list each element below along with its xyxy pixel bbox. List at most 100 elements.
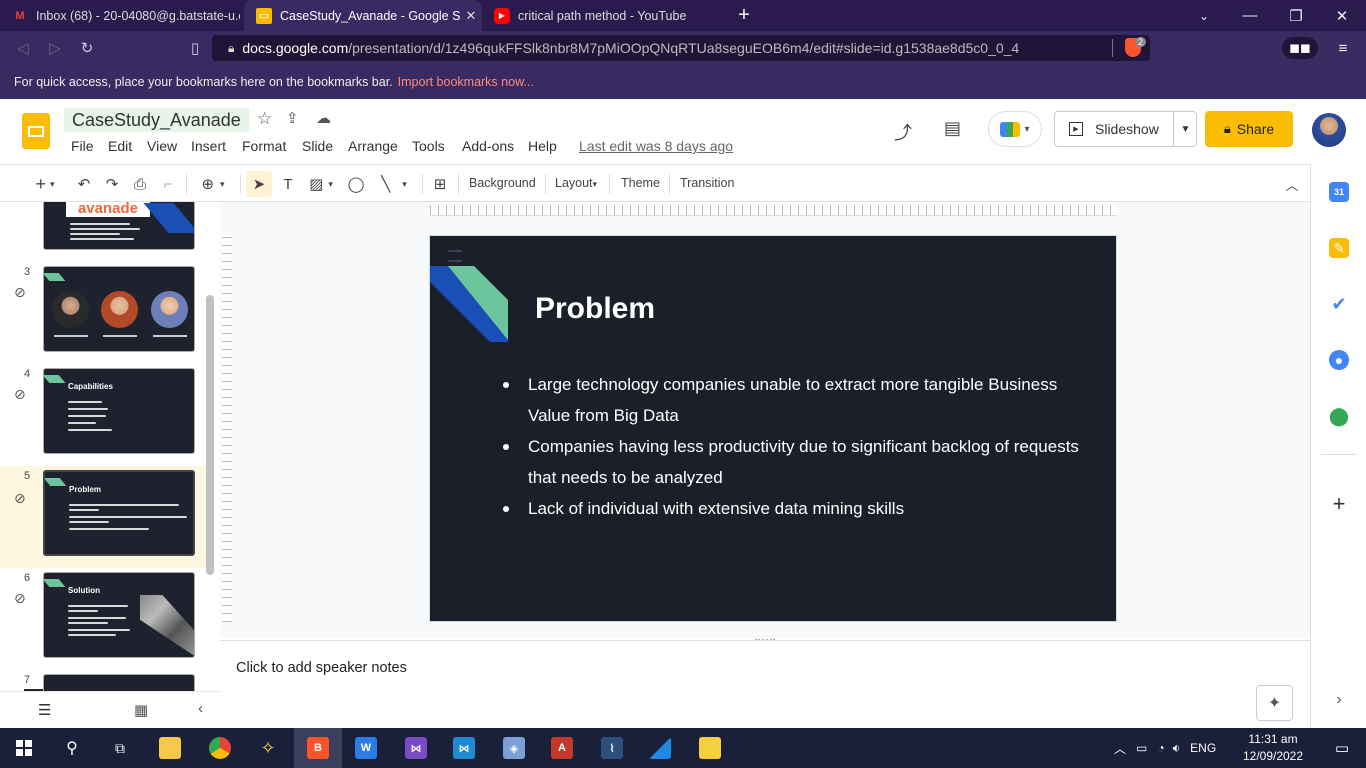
reload-icon[interactable]: ↻ [72,31,102,65]
keep-icon[interactable]: ✎ [1329,238,1349,258]
import-bookmarks-link[interactable]: Import bookmarks now... [398,75,534,89]
task-view-icon[interactable]: ⧉ [96,728,144,768]
vertical-ruler[interactable] [222,235,232,622]
text-box-icon[interactable]: T [276,171,300,197]
maps-icon[interactable]: ⬤ [1329,406,1349,426]
brave-icon[interactable]: B [294,728,342,768]
tab-gmail[interactable]: M Inbox (68) - 20-04080@g.batstate-u.edu… [0,0,240,31]
bullet-item[interactable]: Lack of individual with extensive data m… [500,493,1090,524]
slides-logo-icon[interactable] [22,113,50,149]
current-slide[interactable]: Problem Large technology companies unabl… [429,235,1117,622]
theme-button[interactable]: Theme [621,176,660,190]
slide-thumbnail[interactable]: Capabilities [43,368,195,454]
menu-arrange[interactable]: Arrange [348,138,398,154]
slide-thumbnail-row[interactable]: 4 ⊘ Capabilities [0,366,206,468]
language-indicator[interactable]: ENG [1190,741,1216,755]
tab-youtube[interactable]: ▶ critical path method - YouTube [482,0,722,31]
taskbar-clock[interactable]: 11:31 am 12/09/2022 [1240,731,1306,765]
menu-tools[interactable]: Tools [412,138,445,154]
back-icon[interactable]: ◁ [8,31,38,65]
contacts-icon[interactable]: ● [1329,350,1349,370]
browser-menu-icon[interactable]: ≡ [1328,31,1358,65]
collapse-toolbar-chevron-icon[interactable]: ︿ [1280,171,1304,197]
access-icon[interactable]: A [538,728,586,768]
slide-thumbnail-row[interactable]: 7 [0,672,206,691]
account-avatar[interactable] [1312,113,1346,147]
slide-canvas-area[interactable]: Problem Large technology companies unabl… [220,202,1310,641]
menu-insert[interactable]: Insert [191,138,226,154]
calendar-icon[interactable]: 31 [1329,182,1349,202]
wing-app-icon[interactable] [636,728,684,768]
magic-wand-icon[interactable]: ✧ [244,728,292,768]
line-icon[interactable]: ╲ ▾ [372,171,416,197]
cloud-status-icon[interactable]: ☁ [316,109,331,127]
wifi-icon[interactable]: ◔ [1157,741,1164,755]
paint-format-icon[interactable]: ⌐ [156,171,180,197]
slide-thumbnail[interactable]: Solution [43,572,195,658]
tasks-icon[interactable]: ✔ [1329,294,1349,314]
add-comment-icon[interactable]: ⊞ [428,171,452,197]
slide-bullet-list[interactable]: Large technology companies unable to ext… [500,369,1090,524]
show-hidden-icons-chevron-icon[interactable]: ︿ [1114,740,1126,757]
shape-icon[interactable]: ◯ [344,171,368,197]
slideshow-options-chevron-icon[interactable]: ▼ [1173,112,1197,146]
speaker-notes-placeholder[interactable]: Click to add speaker notes [236,660,407,676]
collapse-panel-chevron-icon[interactable]: ‹ [198,700,203,717]
bookmark-icon[interactable]: ▯ [180,31,210,65]
forward-icon[interactable]: ▷ [40,31,70,65]
speaker-notes-panel[interactable]: Click to add speaker notes ✦ [220,640,1310,728]
vscode-icon[interactable]: ⋈ [440,728,488,768]
tab-search-chevron-icon[interactable]: ⌄ [1182,0,1226,31]
close-window-icon[interactable]: ✕ [1320,0,1364,31]
menu-help[interactable]: Help [528,138,557,154]
sql-server-icon[interactable]: ⌇ [588,728,636,768]
activity-trend-icon[interactable]: ⤴ [894,119,912,145]
bullet-item[interactable]: Companies having less productivity due t… [500,431,1090,493]
visual-studio-icon[interactable]: ⋈ [392,728,440,768]
address-bar[interactable]: 🔒︎ docs.google.com /presentation/d/1z496… [212,35,1150,61]
image-icon[interactable]: ▨ ▾ [304,171,338,197]
slide-filmstrip[interactable]: avanade 3 ⊘ 4 ⊘ Capabilities 5 ⊘ Problem… [0,202,220,691]
volume-icon[interactable]: 🔉︎ [1173,741,1181,756]
restore-icon[interactable]: ❐ [1274,0,1318,31]
share-button[interactable]: 🔒︎ Share [1205,111,1293,147]
slide-thumbnail-row[interactable]: avanade [0,202,206,254]
add-addon-icon[interactable]: + [1329,491,1349,516]
star-icon[interactable]: ☆ [257,109,272,129]
horizontal-ruler[interactable] [430,205,1117,216]
slide-thumbnail-row[interactable]: 3 ⊘ [0,264,206,366]
battery-icon[interactable]: ▭ [1136,741,1147,755]
zoom-icon[interactable]: ⊕ ▾ [194,171,232,197]
document-title[interactable]: CaseStudy_Avanade [64,108,249,132]
new-slide-button[interactable]: + ▾ [28,171,62,197]
meet-button[interactable]: ▾ [988,111,1042,147]
select-cursor-icon[interactable]: ➤ [246,171,272,197]
slide-thumbnail[interactable] [43,674,195,691]
new-tab-button[interactable]: + [722,0,766,31]
sticky-notes-icon[interactable] [686,728,734,768]
search-icon[interactable]: ⚲ [48,728,96,768]
menu-format[interactable]: Format [242,138,286,154]
last-edit-link[interactable]: Last edit was 8 days ago [579,138,733,154]
slide-thumbnail[interactable] [43,266,195,352]
tab-slides[interactable]: ▭ CaseStudy_Avanade - Google Slides ✕ [244,0,482,31]
wps-writer-icon[interactable]: W [342,728,390,768]
menu-slide[interactable]: Slide [302,138,333,154]
grid-view-icon[interactable]: ▦ [134,701,148,719]
menu-edit[interactable]: Edit [108,138,132,154]
close-tab-icon[interactable]: ✕ [460,8,482,24]
menu-addons[interactable]: Add-ons [462,138,514,154]
slideshow-button[interactable]: ▶ Slideshow ▼ [1054,111,1197,147]
menu-view[interactable]: View [147,138,177,154]
filmstrip-view-icon[interactable]: ☰ [38,701,51,719]
chrome-icon[interactable] [196,728,244,768]
print-icon[interactable]: ⎙ [128,171,152,197]
layout-button[interactable]: Layout▾ [555,176,597,190]
slide-thumbnail-row[interactable]: 6 ⊘ Solution [0,570,206,672]
bullet-item[interactable]: Large technology companies unable to ext… [500,369,1090,431]
undo-icon[interactable]: ↶ [72,171,96,197]
notifications-icon[interactable]: ▭ [1318,728,1366,768]
slide-thumbnail[interactable]: avanade [43,202,195,250]
windows-start-icon[interactable] [0,728,48,768]
move-to-folder-icon[interactable]: ⇪ [286,109,299,127]
